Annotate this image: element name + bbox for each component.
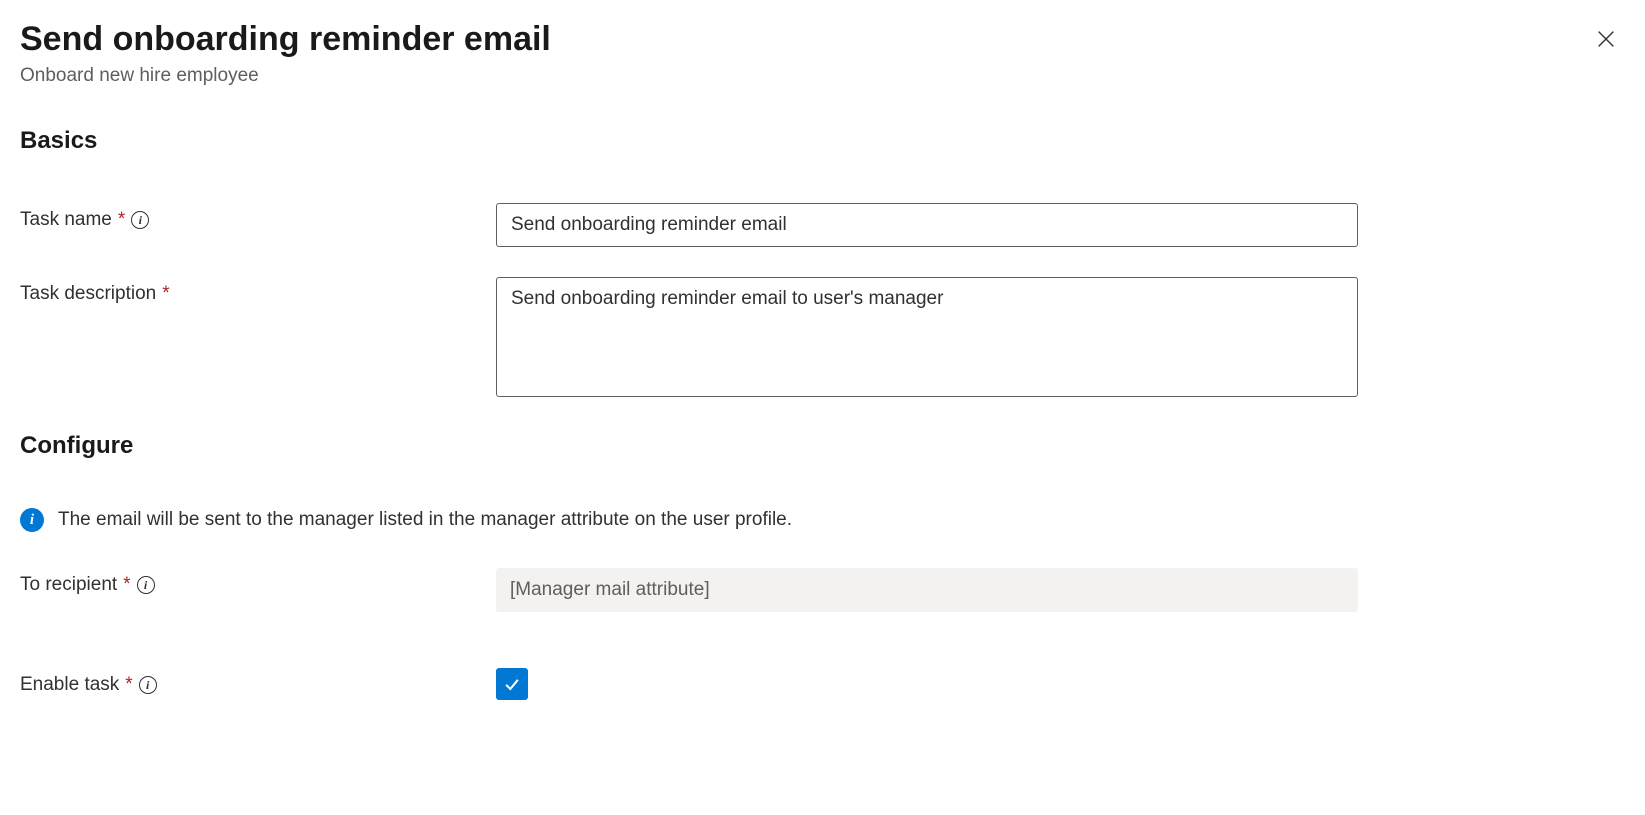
info-banner: i The email will be sent to the manager … [20, 508, 1625, 532]
enable-task-input-col [496, 668, 1358, 700]
enable-task-row: Enable task * i [20, 668, 1625, 700]
task-description-label-col: Task description * [20, 277, 496, 305]
info-icon[interactable]: i [131, 211, 149, 229]
basics-heading: Basics [20, 127, 1625, 155]
checkmark-icon [502, 674, 522, 694]
to-recipient-input-col [496, 568, 1358, 612]
required-indicator: * [125, 674, 132, 696]
task-name-label: Task name [20, 209, 112, 231]
task-description-input[interactable] [496, 277, 1358, 397]
page-title: Send onboarding reminder email [20, 20, 551, 59]
info-banner-text: The email will be sent to the manager li… [58, 509, 792, 531]
enable-task-label-col: Enable task * i [20, 668, 496, 696]
task-description-input-col [496, 277, 1358, 402]
info-banner-icon: i [20, 508, 44, 532]
info-icon[interactable]: i [139, 676, 157, 694]
page-subtitle: Onboard new hire employee [20, 65, 551, 87]
info-icon[interactable]: i [137, 576, 155, 594]
required-indicator: * [162, 283, 169, 305]
required-indicator: * [118, 209, 125, 231]
task-name-input-col [496, 203, 1358, 247]
configure-heading: Configure [20, 432, 1625, 460]
close-button[interactable] [1587, 20, 1625, 63]
enable-task-label: Enable task [20, 674, 119, 696]
to-recipient-row: To recipient * i [20, 568, 1625, 612]
task-description-label: Task description [20, 283, 156, 305]
task-name-label-col: Task name * i [20, 203, 496, 231]
close-icon [1595, 28, 1617, 50]
header-left: Send onboarding reminder email Onboard n… [20, 20, 551, 87]
enable-task-checkbox[interactable] [496, 668, 528, 700]
task-name-input[interactable] [496, 203, 1358, 247]
page-header: Send onboarding reminder email Onboard n… [20, 20, 1625, 87]
task-description-row: Task description * [20, 277, 1625, 402]
required-indicator: * [123, 574, 130, 596]
to-recipient-label: To recipient [20, 574, 117, 596]
task-name-row: Task name * i [20, 203, 1625, 247]
to-recipient-label-col: To recipient * i [20, 568, 496, 596]
to-recipient-input [496, 568, 1358, 612]
